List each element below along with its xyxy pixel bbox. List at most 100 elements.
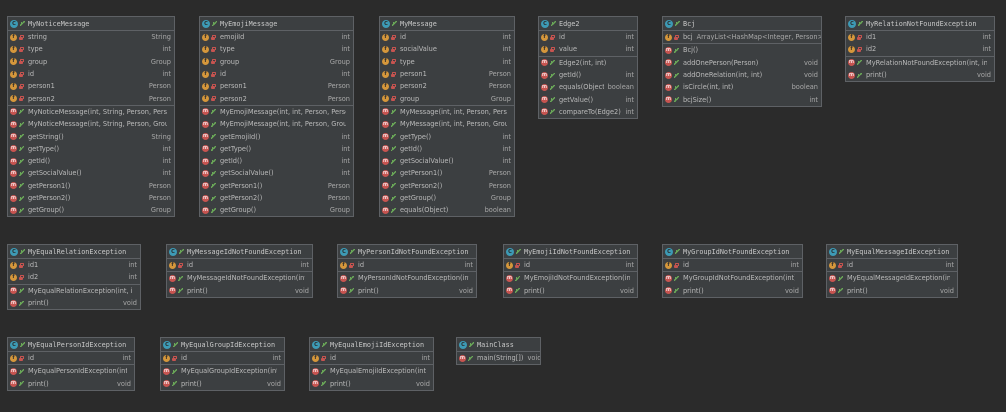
method-row[interactable]: m getPerson2() Person [8,192,174,204]
method-row[interactable]: m getGroup() Group [200,204,353,216]
class-box-mygroupidnotfoundexception[interactable]: C MyGroupIdNotFoundException f id int m MyGrou… [662,244,803,298]
field-row[interactable]: f string String [8,31,174,43]
method-row[interactable]: m print() void [8,297,140,309]
class-box-myemojimessage[interactable]: C MyEmojiMessage f emojiId int f type int f group… [199,16,354,218]
method-row[interactable]: m MyEqualEmojiIdException(int) [310,364,433,377]
method-row[interactable]: m compareTo(Edge2) int [539,106,637,118]
method-row[interactable]: m getId() int [380,143,514,155]
method-row[interactable]: m getType() int [200,143,353,155]
method-row[interactable]: m getGroup() Group [8,204,174,216]
method-row[interactable]: m addOneRelation(int, int) void [663,69,821,81]
method-row[interactable]: m MyMessage(int, int, Person, Person) [380,104,514,118]
class-box-mypersonidnotfoundexception[interactable]: C MyPersonIdNotFoundException f id int m MyPer… [337,244,477,298]
class-box-mymessageidnotfoundexception[interactable]: C MyMessageIdNotFoundException f id int m MyMe… [166,244,313,298]
method-row[interactable]: m MyNoticeMessage(int, String, Person, Pe… [8,104,174,118]
method-row[interactable]: m MyMessageIdNotFoundException(int) [167,271,312,284]
method-row[interactable]: m MyEqualPersonIdException(int) [8,364,134,377]
method-row[interactable]: m print() void [167,285,312,297]
method-row[interactable]: m MyGroupIdNotFoundException(int) [663,271,802,284]
method-row[interactable]: m getPerson1() Person [200,180,353,192]
method-row[interactable]: m getId() int [200,155,353,167]
method-row[interactable]: m MyEqualGroupIdException(int) [161,364,284,377]
class-box-mymessage[interactable]: C MyMessage f id int f socialValue int f type int f… [379,16,515,218]
class-box-myequalemojiidexception[interactable]: C MyEqualEmojiIdException f id int m MyEqualEm… [309,337,434,391]
field-row[interactable]: f id1 int [8,259,140,271]
method-row[interactable]: m MyEmojiMessage(int, int, Person, Person… [200,104,353,118]
method-row[interactable]: m print() void [504,285,637,297]
method-row[interactable]: m Edge2(int, int) [539,55,637,69]
class-box-myequalrelationexception[interactable]: C MyEqualRelationException f id1 int f id2 int m… [7,244,141,311]
field-row[interactable]: f id int [8,352,134,364]
method-row[interactable]: m getGroup() Group [380,192,514,204]
method-row[interactable]: m getPerson2() Person [200,192,353,204]
field-row[interactable]: f id2 int [846,43,994,55]
field-row[interactable]: f id int [827,259,957,271]
class-box-myequalpersonidexception[interactable]: C MyEqualPersonIdException f id int m MyEqualP… [7,337,135,391]
field-row[interactable]: f id1 int [846,31,994,43]
method-row[interactable]: m getId() int [8,155,174,167]
method-row[interactable]: m getId() int [539,69,637,81]
class-box-myequalgroupidexception[interactable]: C MyEqualGroupIdException f id int m MyEqualGr… [160,337,285,391]
method-row[interactable]: m bcjSize() int [663,93,821,105]
field-row[interactable]: f person2 Person [380,80,514,92]
field-row[interactable]: f id int [167,259,312,271]
method-row[interactable]: m MyPersonIdNotFoundException(int) [338,271,476,284]
field-row[interactable]: f id int [338,259,476,271]
class-box-mainclass[interactable]: C MainClass m main(String[]) void [456,337,541,366]
method-row[interactable]: m print() void [310,378,433,390]
class-box-myemojiidnotfoundexception[interactable]: C MyEmojiIdNotFoundException f id int m MyEmoj… [503,244,638,298]
class-box-myrelationnotfoundexception[interactable]: C MyRelationNotFoundException f id1 int f id2 i… [845,16,995,83]
method-row[interactable]: m MyEmojiMessage(int, int, Person, Group) [200,118,353,130]
method-row[interactable]: m print() void [846,69,994,81]
method-row[interactable]: m MyNoticeMessage(int, String, Person, Gr… [8,118,174,130]
method-row[interactable]: m isCircle(int, int) boolean [663,81,821,93]
field-row[interactable]: f socialValue int [380,43,514,55]
method-row[interactable]: m getPerson1() Person [380,167,514,179]
field-row[interactable]: f group Group [200,56,353,68]
class-box-bcj[interactable]: C Bcj f bcj ArrayList<HashMap<Integer, Perso… [662,16,822,107]
field-row[interactable]: f type int [8,43,174,55]
method-row[interactable]: m equals(Object) boolean [539,81,637,93]
method-row[interactable]: m getSocialValue() int [200,167,353,179]
field-row[interactable]: f type int [380,56,514,68]
method-row[interactable]: m Bcj() [663,43,821,56]
field-row[interactable]: f id int [380,31,514,43]
field-row[interactable]: f person2 Person [8,92,174,104]
method-row[interactable]: m getString() String [8,130,174,142]
field-row[interactable]: f group Group [8,56,174,68]
field-row[interactable]: f emojiId int [200,31,353,43]
method-row[interactable]: m equals(Object) boolean [380,204,514,216]
method-row[interactable]: m MyEqualMessageIdException(int) [827,271,957,284]
field-row[interactable]: f person2 Person [200,92,353,104]
method-row[interactable]: m addOnePerson(Person) void [663,57,821,69]
method-row[interactable]: m MyRelationNotFoundException(int, int) [846,55,994,69]
field-row[interactable]: f id int [200,68,353,80]
method-row[interactable]: m getPerson1() Person [8,180,174,192]
method-row[interactable]: m MyEqualRelationException(int, int) [8,283,140,297]
method-row[interactable]: m print() void [338,285,476,297]
class-box-edge2[interactable]: C Edge2 f id int f value int m Edge2(int, int) m ge… [538,16,638,120]
field-row[interactable]: f id int [310,352,433,364]
field-row[interactable]: f type int [200,43,353,55]
field-row[interactable]: f person1 Person [380,68,514,80]
field-row[interactable]: f id int [504,259,637,271]
method-row[interactable]: m getType() int [8,143,174,155]
method-row[interactable]: m print() void [8,378,134,390]
method-row[interactable]: m main(String[]) void [457,352,540,364]
field-row[interactable]: f bcj ArrayList<HashMap<Integer, Person>> [663,31,821,43]
method-row[interactable]: m MyEmojiIdNotFoundException(int) [504,271,637,284]
method-row[interactable]: m MyMessage(int, int, Person, Group) [380,118,514,130]
field-row[interactable]: f id int [161,352,284,364]
field-row[interactable]: f id int [8,68,174,80]
field-row[interactable]: f person1 Person [8,80,174,92]
method-row[interactable]: m getType() int [380,130,514,142]
method-row[interactable]: m getValue() int [539,93,637,105]
field-row[interactable]: f value int [539,43,637,55]
method-row[interactable]: m getSocialValue() int [380,155,514,167]
field-row[interactable]: f id int [539,31,637,43]
method-row[interactable]: m getSocialValue() int [8,167,174,179]
field-row[interactable]: f id2 int [8,271,140,283]
method-row[interactable]: m print() void [663,285,802,297]
method-row[interactable]: m getEmojiId() int [200,130,353,142]
method-row[interactable]: m getPerson2() Person [380,180,514,192]
